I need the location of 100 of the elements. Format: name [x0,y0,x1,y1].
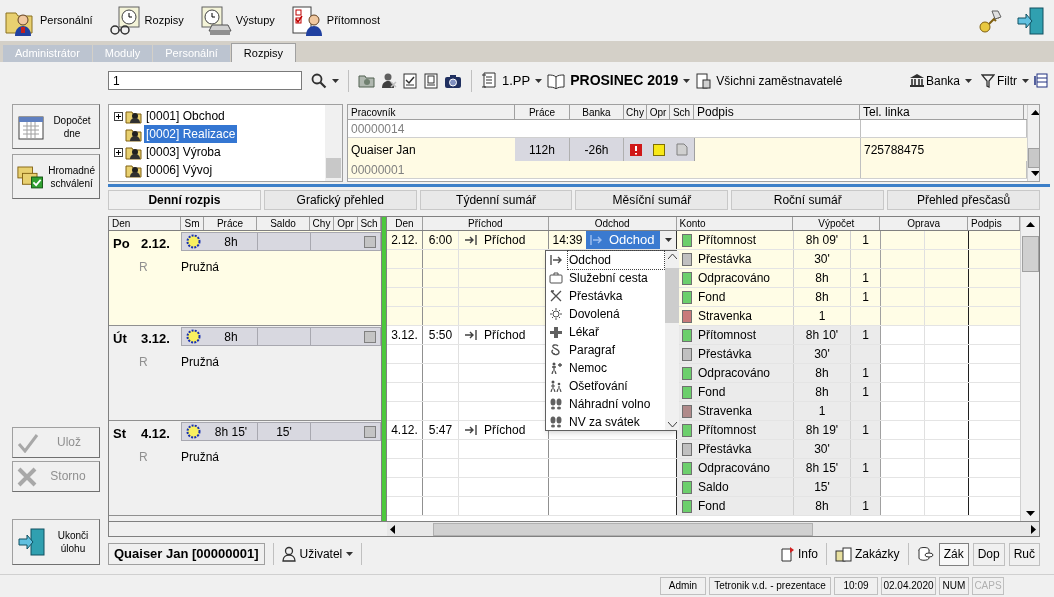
view-tab[interactable]: Měsíční sumář [575,190,729,210]
scroll-up-icon[interactable] [1025,222,1035,227]
tree-item[interactable]: [0006] Vývoj [144,161,215,179]
caret-icon[interactable] [332,78,339,83]
account-row[interactable]: Přestávka 30' [677,440,881,458]
dropdown-item[interactable]: Paragraf [546,341,665,359]
database-icon[interactable] [916,546,935,562]
scroll-thumb[interactable] [1021,236,1039,272]
scrollbar[interactable] [325,105,342,181]
column-header[interactable]: Podpis [694,105,860,119]
column-header[interactable]: Tel. linka [860,105,1024,119]
scrollbar[interactable] [1020,217,1039,521]
mode-button[interactable]: Ruč [1008,542,1040,566]
orders-button[interactable]: Zakázky [834,543,900,565]
column-header[interactable]: Chy [310,217,334,230]
account-row[interactable]: Stravenka 1 [677,402,881,420]
account-row[interactable]: Fond 8h 1 [677,383,881,401]
key-icon[interactable] [978,7,1004,34]
column-header[interactable]: Den [387,217,423,230]
scroll-thumb[interactable] [326,158,341,178]
tree-item[interactable]: [0002] Realizace [144,125,238,143]
camera-icon[interactable] [444,72,462,89]
account-row[interactable]: Přítomnost 8h 09' 1 [677,231,881,249]
exit-door-icon[interactable] [1016,5,1046,36]
numbered-doc-icon[interactable] [423,72,439,89]
tree-item[interactable]: [0001] Obchod [144,107,227,125]
employee-row[interactable]: 00000014 [348,120,1027,138]
tree-item[interactable]: [0003] Výroba [144,143,223,161]
expand-icon[interactable] [114,147,123,157]
scroll-up-icon[interactable] [667,254,677,259]
mode-button[interactable]: Dop [972,542,1005,566]
scrollbar[interactable] [1027,105,1039,181]
dropdown-item[interactable]: Náhradní volno [546,395,665,413]
scroll-right-icon[interactable] [1031,524,1036,534]
scroll-down-icon[interactable] [1031,171,1039,176]
day-row[interactable]: Út 3.12. 8h R Pružná [109,326,381,421]
caret-icon[interactable] [1022,78,1029,83]
column-header[interactable]: Práce [515,105,570,119]
account-row[interactable]: Přítomnost 8h 10' 1 [677,326,881,344]
column-header[interactable]: Sch [670,105,694,119]
column-header[interactable]: Den [109,217,181,230]
approval-checkbox[interactable] [363,425,376,438]
dropdown-item[interactable]: Ošetřování [546,377,665,395]
day-row[interactable]: Po 2.12. 8h R Pružná [109,231,381,326]
bank-menu[interactable]: Banka [925,71,960,90]
dropdown-item[interactable]: NV za svátek [546,413,665,431]
scroll-down-icon[interactable] [1025,511,1035,516]
search-icon[interactable] [311,72,327,89]
caret-icon[interactable] [683,78,691,83]
module-button[interactable]: Přítomnost [290,2,385,39]
side-button[interactable]: Ukonči úlohu [12,519,100,565]
user-menu[interactable]: Uživatel [281,543,354,565]
column-header[interactable]: Oprava [880,217,969,230]
column-header[interactable]: Sm [181,217,204,230]
dropdown-item[interactable]: Lékař [546,323,665,341]
module-button[interactable]: Rozpisy [108,2,188,39]
departure-type-field[interactable]: Odchod [586,231,676,249]
dropdown-item[interactable]: Přestávka [546,287,665,305]
approval-checkbox[interactable] [363,235,376,248]
scrollbar[interactable] [387,522,1039,536]
tab[interactable]: Rozpisy [230,43,296,62]
caret-icon[interactable] [346,552,354,556]
person-cross-icon[interactable] [380,72,397,89]
column-header[interactable]: Chy [624,105,647,119]
folder-icon[interactable] [358,72,375,89]
view-tab[interactable]: Grafický přehled [263,190,417,210]
filter-menu[interactable]: Filtr [997,71,1017,90]
module-button[interactable]: Personální [4,2,97,39]
column-header[interactable]: Pracovník [348,105,515,119]
view-tab[interactable]: Týdenní sumář [419,190,573,210]
mode-button[interactable]: Zák [938,542,969,566]
column-header[interactable]: Příchod [422,217,549,230]
search-field[interactable]: 1 [108,71,302,90]
approval-checkbox[interactable] [363,330,376,343]
expand-icon[interactable] [114,111,123,121]
account-row[interactable]: Odpracováno 8h 1 [677,364,881,382]
scroll-left-icon[interactable] [390,524,395,534]
floor-selector[interactable]: 1.PP [502,70,531,91]
view-tab[interactable]: Denní rozpis [108,190,261,210]
caret-icon[interactable] [965,78,972,83]
view-tab[interactable]: Roční sumář [731,190,885,210]
column-header[interactable]: Opr [334,217,358,230]
column-header[interactable]: Opr [647,105,670,119]
scrollbar[interactable] [665,251,679,430]
dropdown-item[interactable]: Dovolená [546,305,665,323]
scroll-thumb[interactable] [433,522,813,536]
column-header[interactable]: Výpočet [793,217,881,230]
employee-row[interactable]: Quaiser Jan 112h -26h 725788475 00000001 [348,138,1027,179]
dropdown-item[interactable]: Služební cesta [546,269,665,287]
account-row[interactable]: Fond 8h 1 [677,497,881,515]
scroll-up-icon[interactable] [1031,110,1039,115]
caret-icon[interactable] [535,78,543,83]
checkbox-doc-icon[interactable] [402,72,418,89]
account-row[interactable]: Saldo 15' [677,478,881,496]
period-selector[interactable]: PROSINEC 2019 [570,70,679,91]
scroll-down-icon[interactable] [667,422,677,427]
account-row[interactable]: Odpracováno 8h 15' 1 [677,459,881,477]
column-header[interactable]: Konto [676,217,794,230]
employer-selector[interactable]: Všichni zaměstnavatelé [716,71,843,90]
account-row[interactable]: Přestávka 30' [677,345,881,363]
